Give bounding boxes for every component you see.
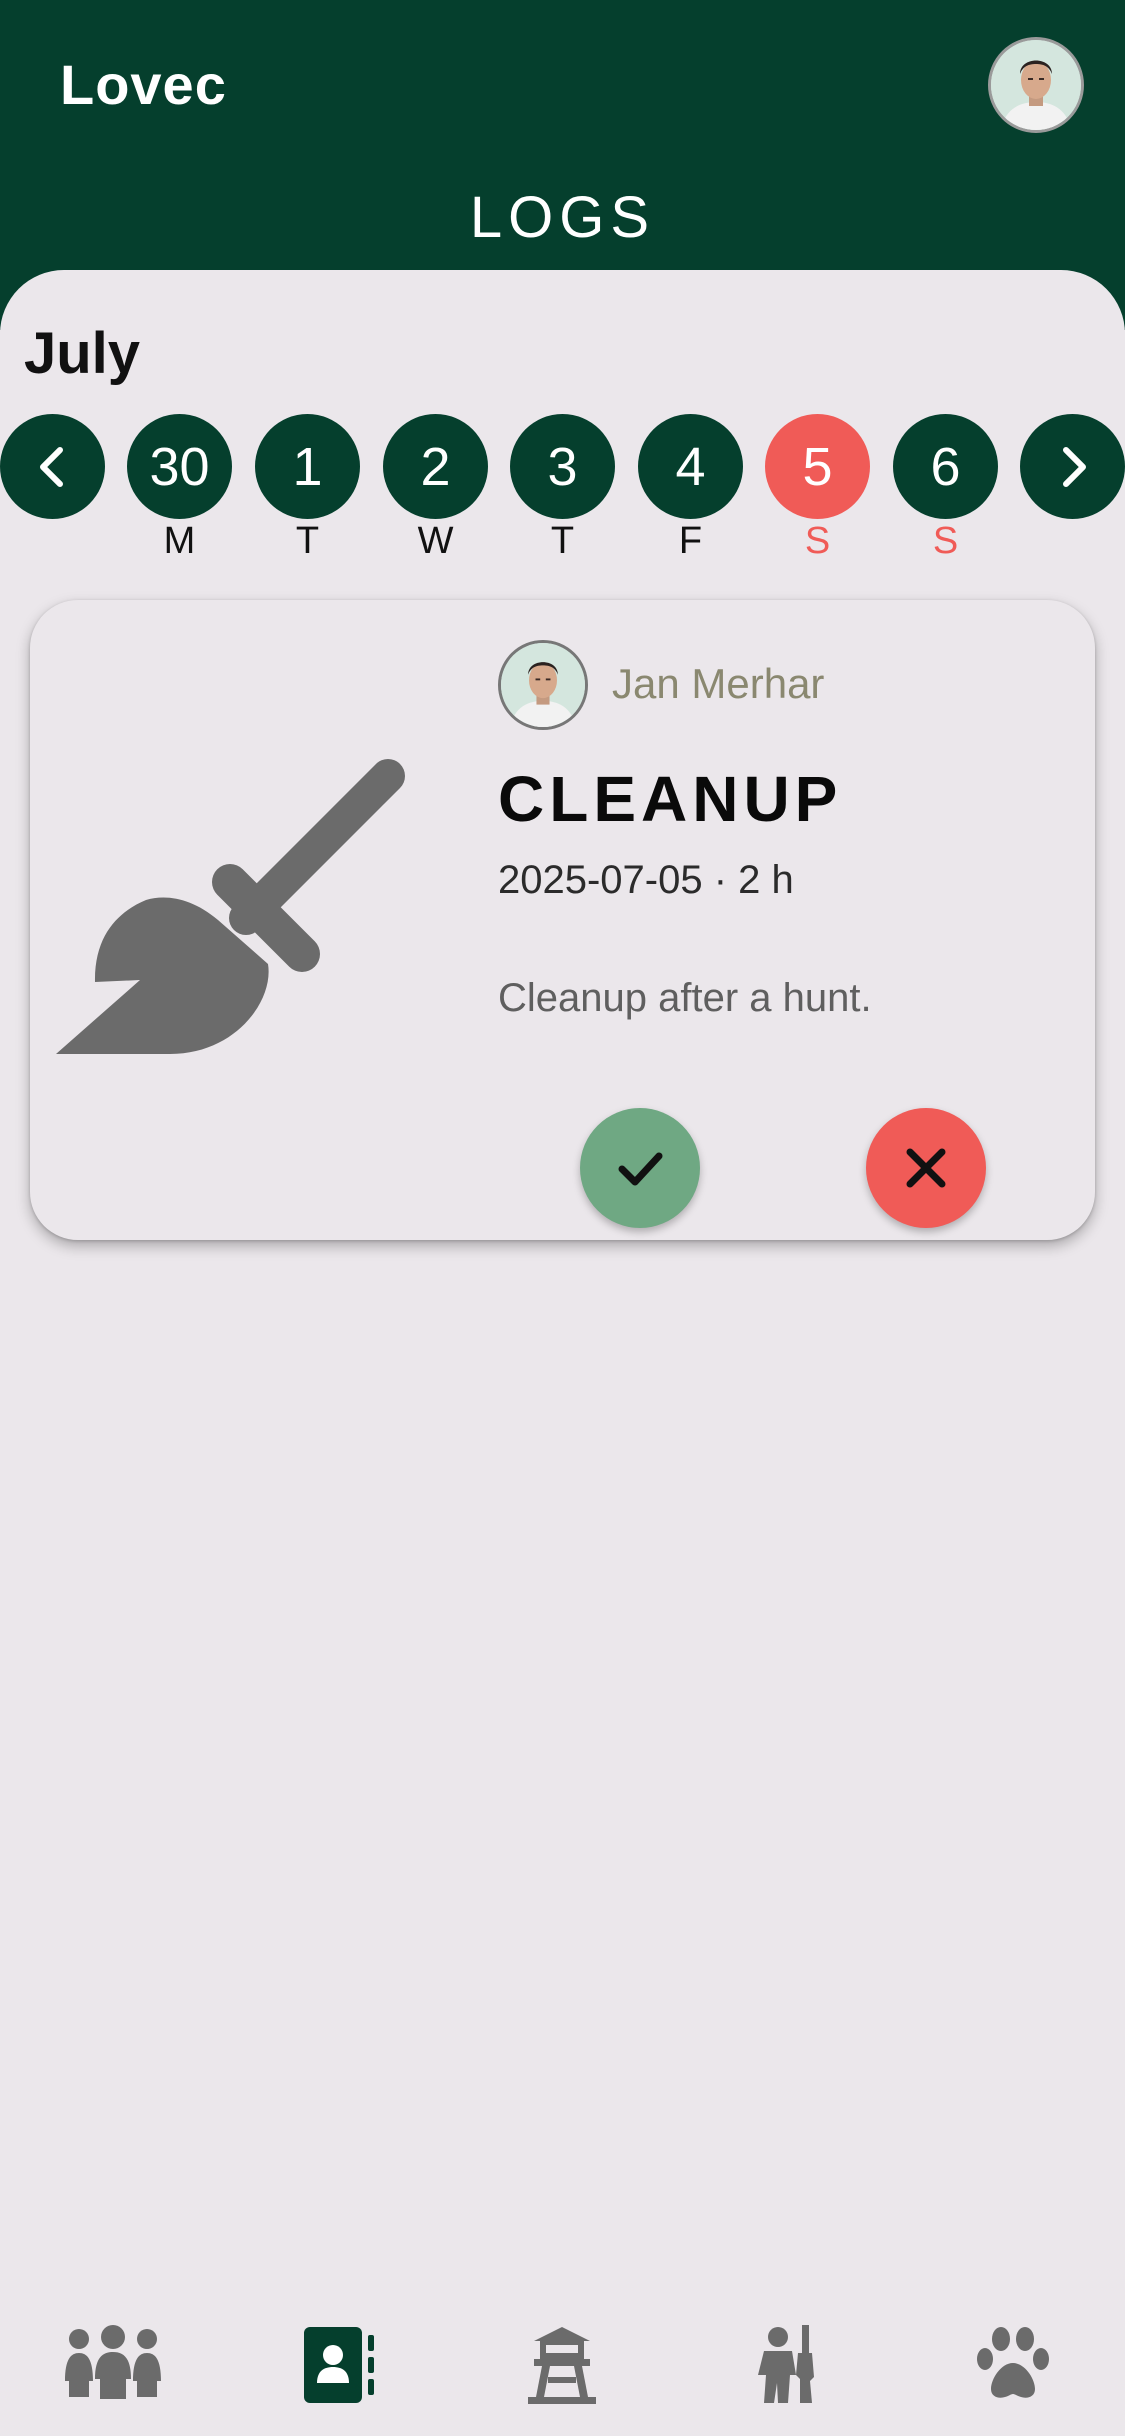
day-1[interactable]: 1 <box>255 414 360 519</box>
weekday-label: S <box>932 520 959 562</box>
check-icon <box>618 1152 663 1186</box>
nav-members[interactable] <box>63 2320 163 2410</box>
weekday-label: T <box>295 520 320 562</box>
close-icon <box>906 1148 946 1188</box>
hunter-icon <box>758 2325 814 2403</box>
nav-logs[interactable] <box>290 2320 390 2410</box>
day-4[interactable]: 4 <box>638 414 743 519</box>
chevron-left-icon <box>39 446 63 487</box>
contact-book-icon <box>304 2327 374 2403</box>
page-title: LOGS <box>469 185 656 250</box>
log-description: Cleanup after a hunt. <box>498 976 872 1020</box>
weekday-label: M <box>163 520 196 562</box>
content-sheet <box>0 270 1125 2436</box>
chevron-right-icon <box>1062 446 1086 487</box>
log-type-title: CLEANUP <box>498 763 843 835</box>
weekday-label: W <box>417 520 454 562</box>
nav-hunts[interactable] <box>740 2320 840 2410</box>
day-3[interactable]: 3 <box>510 414 615 519</box>
app-title: Lovec <box>60 53 227 116</box>
prev-week-button[interactable] <box>0 414 105 519</box>
people-group-icon <box>65 2325 161 2399</box>
nav-animals[interactable] <box>963 2320 1063 2410</box>
next-week-button[interactable] <box>1020 414 1125 519</box>
reject-button[interactable] <box>866 1108 986 1228</box>
weekday-label: F <box>678 520 703 562</box>
day-5-selected[interactable]: 5 <box>765 414 870 519</box>
approve-button[interactable] <box>580 1108 700 1228</box>
month-label: July <box>24 321 141 386</box>
profile-avatar[interactable] <box>988 37 1084 133</box>
weekday-label: S <box>804 520 831 562</box>
user-avatar-icon <box>991 40 1081 130</box>
weekday-label: T <box>550 520 575 562</box>
user-avatar-icon <box>501 643 585 727</box>
log-author-name: Jan Merhar <box>612 660 825 707</box>
log-date-duration: 2025-07-05 · 2 h <box>498 858 794 902</box>
day-6[interactable]: 6 <box>893 414 998 519</box>
day-2[interactable]: 2 <box>383 414 488 519</box>
nav-stands[interactable] <box>512 2320 612 2410</box>
broom-icon <box>56 759 405 1054</box>
author-avatar <box>498 640 588 730</box>
day-30[interactable]: 30 <box>127 414 232 519</box>
watchtower-icon <box>528 2327 596 2404</box>
bottom-navigation <box>0 2300 1125 2436</box>
paw-icon <box>977 2327 1049 2398</box>
